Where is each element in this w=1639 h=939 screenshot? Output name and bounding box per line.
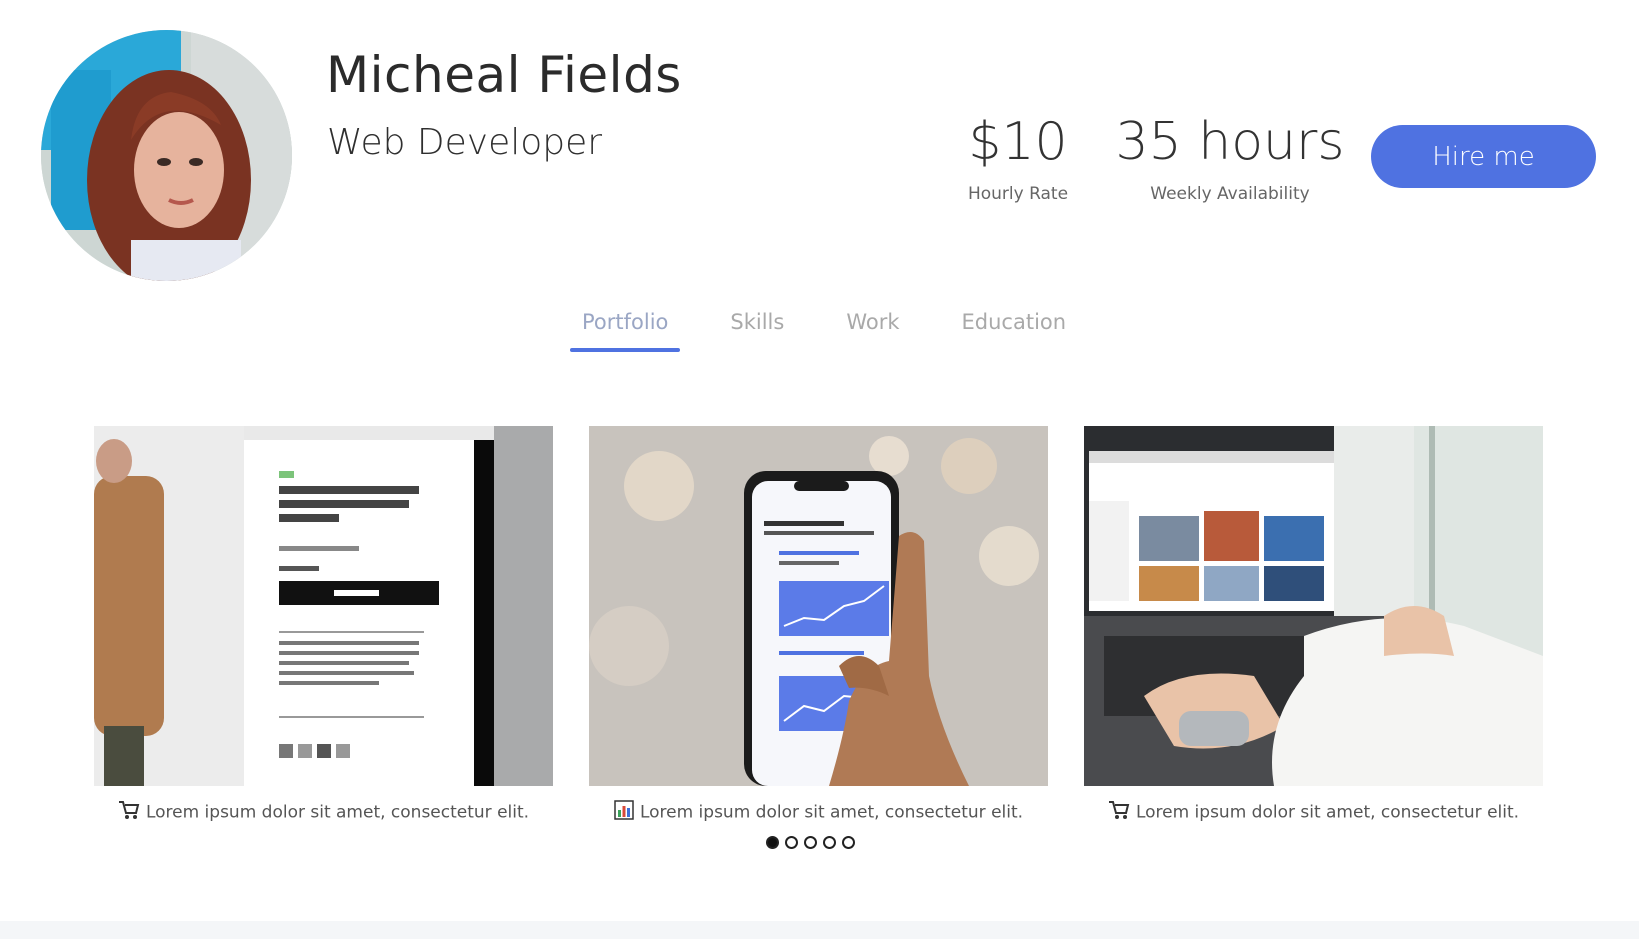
carousel-pagination xyxy=(766,836,855,849)
stat-value: $10 xyxy=(968,112,1068,172)
portfolio-card[interactable]: Lorem ipsum dolor sit amet, consectetur … xyxy=(94,426,553,825)
profile-tabs: Portfolio Skills Work Education xyxy=(570,308,1116,352)
stat-label: Hourly Rate xyxy=(967,184,1069,204)
portfolio-image-laptop xyxy=(1084,426,1543,786)
carousel-dot[interactable] xyxy=(785,836,798,849)
portfolio-carousel: Lorem ipsum dolor sit amet, consectetur … xyxy=(0,426,1639,846)
shopping-cart-icon xyxy=(1108,800,1130,825)
carousel-dot[interactable] xyxy=(804,836,817,849)
avatar-photo xyxy=(41,30,292,281)
shopping-cart-icon xyxy=(118,800,140,825)
portfolio-image-analytics xyxy=(589,426,1048,786)
tab-work[interactable]: Work xyxy=(834,308,911,352)
portfolio-caption: Lorem ipsum dolor sit amet, consectetur … xyxy=(589,800,1048,825)
carousel-dot[interactable] xyxy=(823,836,836,849)
stat-weekly-availability: 35 hours Weekly Availability xyxy=(1110,112,1350,204)
portfolio-caption: Lorem ipsum dolor sit amet, consectetur … xyxy=(94,800,553,825)
caption-text: Lorem ipsum dolor sit amet, consectetur … xyxy=(1135,802,1520,823)
profile-name: Micheal Fields xyxy=(326,46,682,104)
stat-label: Weekly Availability xyxy=(1150,184,1310,204)
carousel-dot[interactable] xyxy=(766,836,779,849)
carousel-dot[interactable] xyxy=(842,836,855,849)
portfolio-image-ecommerce xyxy=(94,426,553,786)
profile-header: Micheal Fields Web Developer $10 Hourly … xyxy=(0,0,1639,290)
stat-value: 35 hours xyxy=(1115,112,1345,172)
profile-title: Web Developer xyxy=(327,122,603,163)
stat-hourly-rate: $10 Hourly Rate xyxy=(948,112,1088,204)
bar-chart-icon xyxy=(614,800,634,825)
tab-skills[interactable]: Skills xyxy=(718,308,796,352)
avatar xyxy=(41,30,292,281)
hire-me-button[interactable]: Hire me xyxy=(1371,125,1596,188)
portfolio-caption: Lorem ipsum dolor sit amet, consectetur … xyxy=(1084,800,1543,825)
caption-text: Lorem ipsum dolor sit amet, consectetur … xyxy=(145,802,530,823)
tab-education[interactable]: Education xyxy=(950,308,1079,352)
footer-strip xyxy=(0,921,1639,939)
portfolio-card[interactable]: Lorem ipsum dolor sit amet, consectetur … xyxy=(1084,426,1543,825)
caption-text: Lorem ipsum dolor sit amet, consectetur … xyxy=(639,802,1024,823)
portfolio-card[interactable]: Lorem ipsum dolor sit amet, consectetur … xyxy=(589,426,1048,825)
tab-portfolio[interactable]: Portfolio xyxy=(570,308,681,352)
